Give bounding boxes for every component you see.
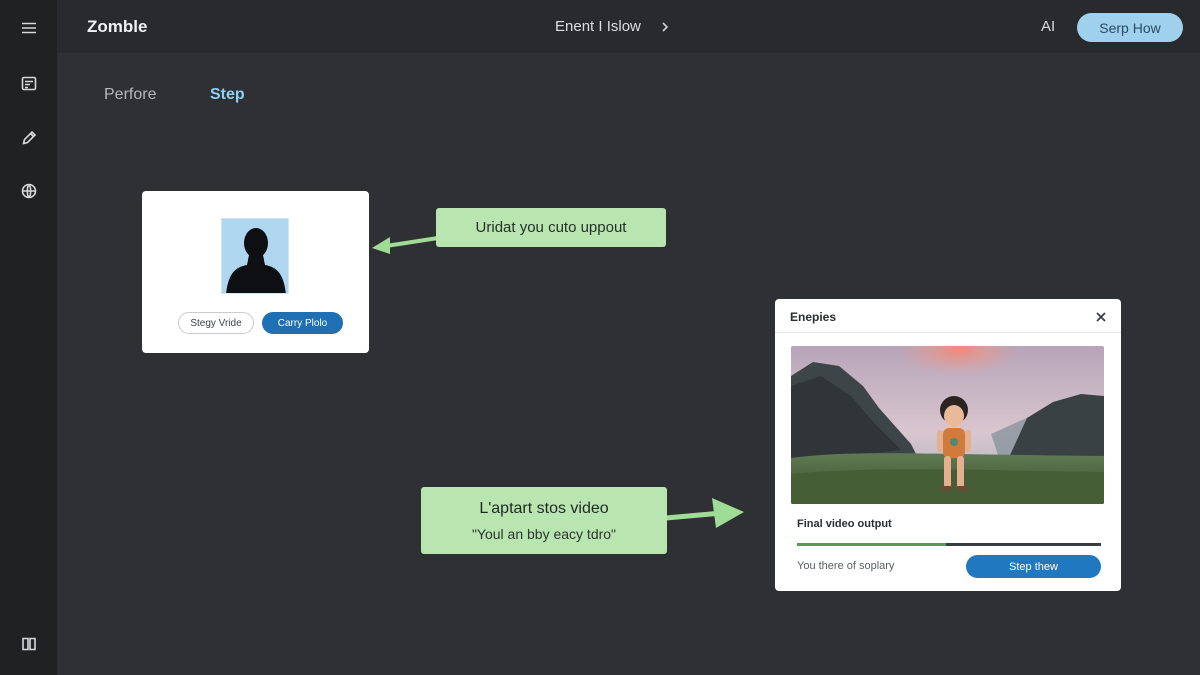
header-cta-button[interactable]: Serp How [1077,13,1183,42]
app-window: Zomble Enent I Islow AI Serp How Perfore… [0,0,1200,675]
upload-callout-text: Uridat you cuto uppout [475,219,627,236]
dialog-title: Enepies [790,310,837,324]
status-text: You there of soplary [797,560,895,572]
close-icon[interactable] [1093,309,1109,325]
sidebar [0,0,58,675]
breadcrumb-label: Enent I Islow [555,18,641,35]
tab-step[interactable]: Step [210,86,245,104]
upload-callout: Uridat you cuto uppout [436,208,666,247]
dialog-divider [775,332,1121,333]
menu-icon[interactable] [13,12,45,44]
convert-callout: L'aptart stos video "Youl an bby eacy td… [421,487,667,554]
ai-menu[interactable]: AI [1041,18,1055,35]
document-icon[interactable] [13,68,45,100]
top-header: Zomble Enent I Islow AI Serp How [58,0,1200,54]
edit-icon[interactable] [13,122,45,154]
convert-callout-subtitle: "Youl an bby eacy tdro" [471,525,617,542]
tab-perfore[interactable]: Perfore [104,86,156,104]
upload-photo-button[interactable]: Carry Plolo [262,312,343,334]
output-label: Final video output [797,518,892,530]
person-silhouette-icon [222,219,288,293]
video-preview-image [791,346,1104,504]
avatar-placeholder [221,218,289,294]
video-preview[interactable] [791,346,1104,504]
progress-bar-fill [797,543,946,546]
chevron-right-icon [662,21,669,32]
app-title: Zomble [87,17,148,36]
convert-callout-title: L'aptart stos video [479,499,609,517]
globe-icon[interactable] [13,175,45,207]
arrow-to-upload-icon [372,236,439,254]
video-output-dialog: Enepies Final video output You there of … [775,299,1121,591]
photo-upload-card: Stegy Vride Carry Plolo [142,191,369,353]
step-action-button[interactable]: Step thew [966,555,1101,578]
progress-bar [797,543,1101,546]
secondary-button[interactable]: Stegy Vride [178,312,254,334]
arrow-to-output-icon [665,498,744,528]
book-icon[interactable] [13,628,45,660]
breadcrumb[interactable]: Enent I Islow [555,18,671,35]
